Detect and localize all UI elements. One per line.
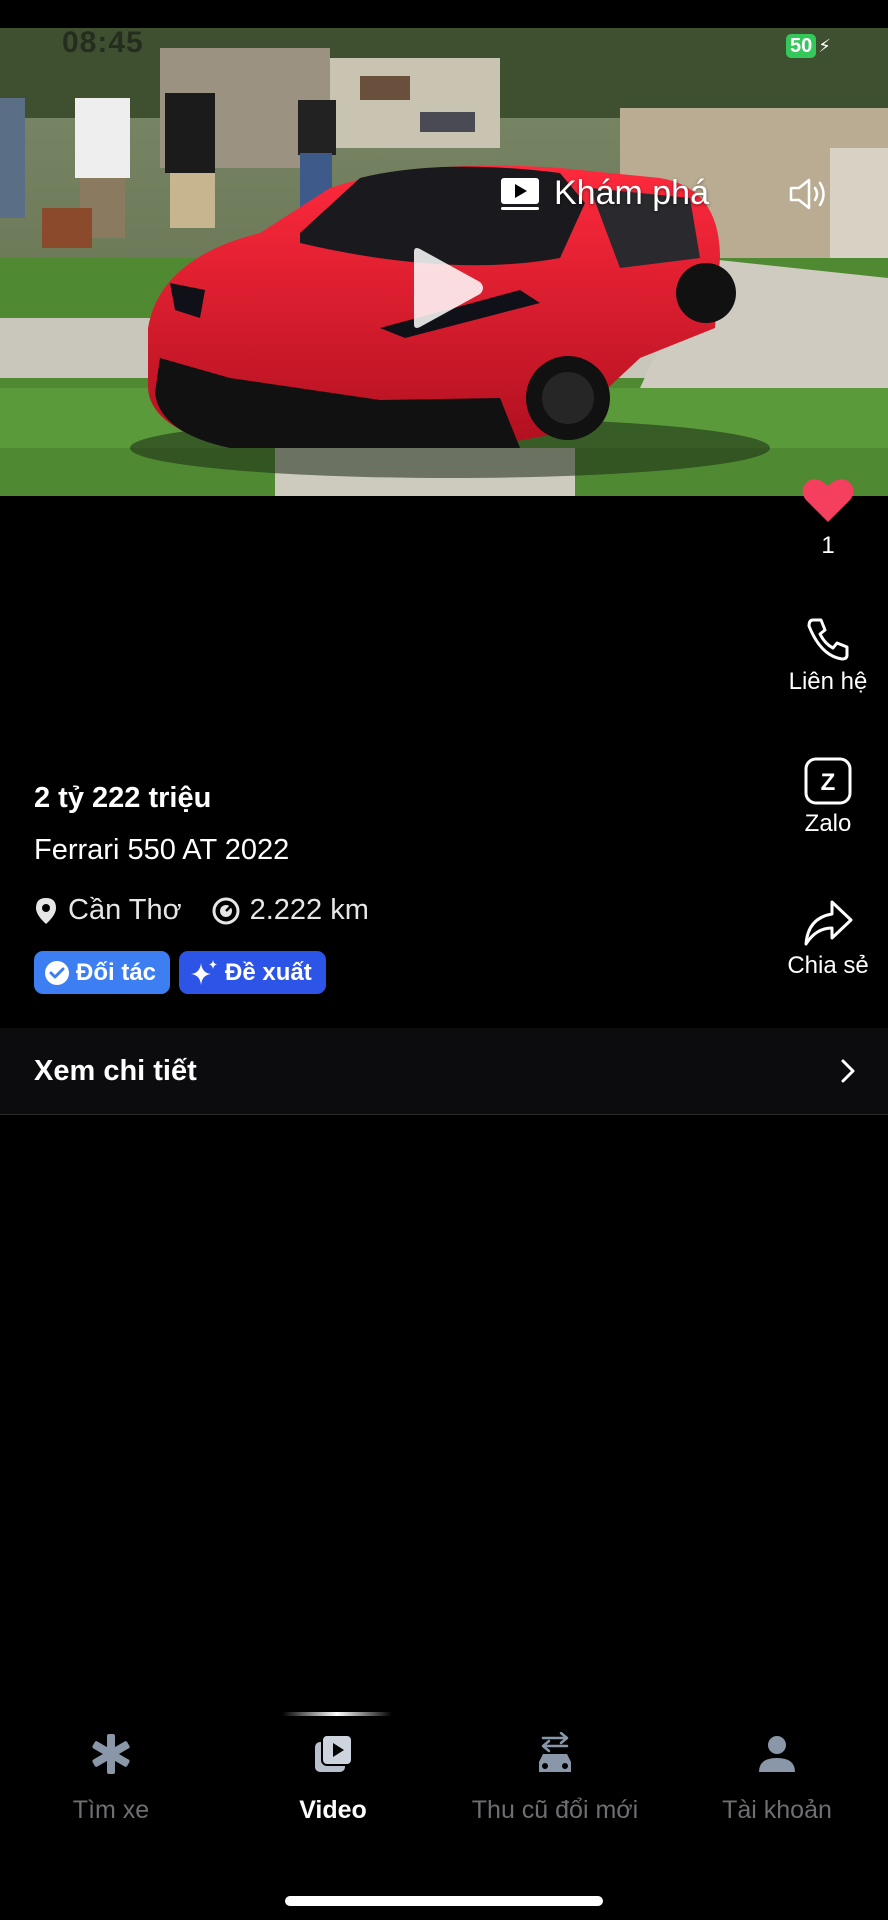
explore-label: Khám phá: [554, 174, 709, 212]
explore-button[interactable]: Khám phá: [500, 174, 709, 213]
share-icon: [804, 900, 853, 946]
active-tab-indicator: [282, 1712, 392, 1716]
bottom-nav: Tìm xe Video Thu cũ đổi mới Tài khoản: [0, 1700, 888, 1920]
nav-tab-search-car[interactable]: Tìm xe: [0, 1732, 222, 1825]
suggest-badge-label: Đề xuất: [225, 958, 312, 986]
partner-badge-label: Đối tác: [76, 958, 157, 986]
contact-label: Liên hệ: [788, 668, 868, 695]
view-details-row[interactable]: Xem chi tiết: [0, 1028, 888, 1115]
nav-label-video: Video: [299, 1796, 367, 1824]
listing-price: 2 tỷ 222 triệu: [34, 782, 212, 814]
share-label: Chia sẻ: [787, 952, 869, 979]
listing-mileage: 2.222 km: [249, 894, 369, 926]
contact-button[interactable]: Liên hệ: [768, 614, 888, 696]
video-player[interactable]: Khám phá: [0, 28, 888, 496]
charging-icon: ⚡: [818, 35, 831, 56]
battery-indicator: 50 ⚡: [786, 34, 831, 58]
speaker-icon[interactable]: [788, 176, 828, 212]
nav-label-search-car: Tìm xe: [72, 1796, 150, 1824]
suggest-badge: Đề xuất: [179, 951, 326, 994]
video-icon: [315, 1734, 353, 1772]
search-car-icon: [92, 1734, 130, 1774]
nav-label-trade-in: Thu cũ đổi mới: [471, 1796, 639, 1824]
account-icon: [759, 1736, 795, 1772]
trade-in-icon: [539, 1732, 571, 1772]
verified-icon: [45, 960, 69, 985]
share-button[interactable]: Chia sẻ: [768, 898, 888, 980]
nav-tab-trade-in[interactable]: Thu cũ đổi mới: [444, 1732, 666, 1825]
battery-level: 50: [786, 34, 817, 58]
status-bar: [0, 0, 888, 28]
svg-text:Z: Z: [821, 769, 836, 796]
nav-tab-account[interactable]: Tài khoản: [666, 1732, 888, 1825]
play-icon[interactable]: [402, 246, 486, 330]
listing-title: Ferrari 550 AT 2022: [34, 834, 290, 866]
zalo-icon: Z: [804, 757, 852, 805]
odometer-icon: [212, 897, 240, 924]
listing-badges: Đối tác Đề xuất: [34, 951, 335, 994]
like-button[interactable]: 1: [768, 476, 888, 560]
view-details-label: Xem chi tiết: [34, 1054, 197, 1087]
zalo-button[interactable]: Z Zalo: [768, 756, 888, 838]
nav-tab-video[interactable]: Video: [222, 1732, 444, 1825]
partner-badge: Đối tác: [34, 951, 171, 994]
explore-video-icon: [501, 177, 539, 210]
like-count: 1: [821, 532, 835, 559]
sparkle-icon: [191, 959, 218, 985]
listing-location: Cần Thơ: [68, 894, 182, 926]
nav-label-account: Tài khoản: [722, 1796, 832, 1824]
heart-icon: [802, 479, 854, 522]
location-pin-icon: [36, 897, 56, 924]
listing-meta: Cần Thơ 2.222 km: [34, 894, 369, 927]
home-indicator: [285, 1896, 603, 1906]
chevron-right-icon: [841, 1059, 855, 1083]
status-time: 08:45: [62, 26, 144, 59]
phone-icon: [807, 618, 849, 661]
zalo-label: Zalo: [804, 810, 852, 837]
